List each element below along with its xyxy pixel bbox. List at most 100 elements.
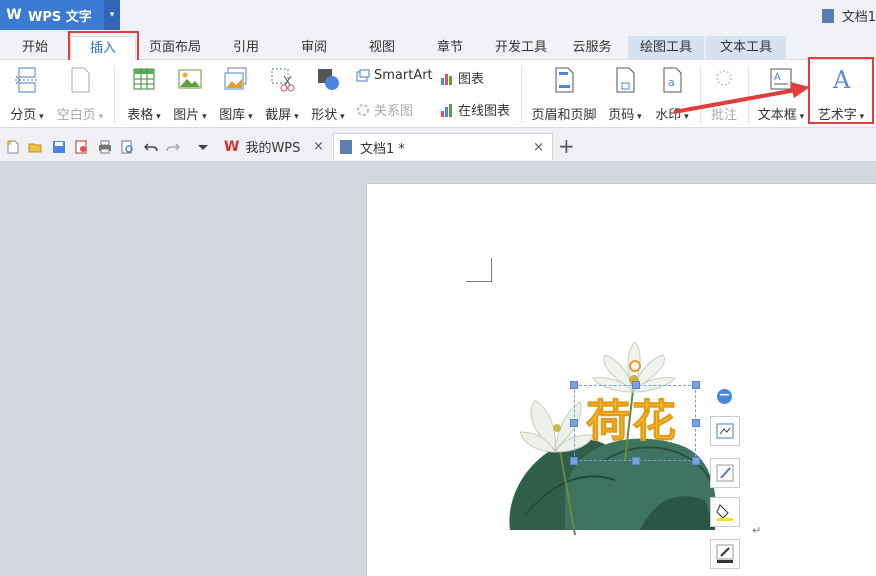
blank-page-icon	[71, 67, 90, 93]
new-file-icon[interactable]	[6, 140, 20, 154]
page-break-label: 分页	[6, 104, 48, 123]
tab-page-layout[interactable]: 页面布局	[142, 36, 208, 60]
redo-icon[interactable]	[166, 140, 180, 154]
smartart-icon	[356, 69, 370, 81]
wps-logo-icon: W	[224, 138, 240, 155]
resize-handle[interactable]	[570, 457, 578, 465]
resize-handle[interactable]	[632, 457, 640, 465]
tab-home[interactable]: 开始	[6, 36, 64, 60]
open-folder-icon[interactable]	[28, 140, 42, 154]
screenshot-button[interactable]: 截屏	[262, 66, 302, 124]
screenshot-label: 截屏	[262, 104, 302, 123]
relation-chart-icon	[357, 103, 369, 116]
tab-view[interactable]: 视图	[350, 36, 414, 60]
quick-access-bar: W 我的WPS × 文档1 * × +	[0, 128, 876, 162]
resize-handle[interactable]	[692, 419, 700, 427]
online-chart-label: 在线图表	[458, 104, 511, 119]
page-break-button[interactable]: 分页	[6, 66, 48, 124]
annotation-arrow-icon	[673, 82, 810, 114]
print-preview-icon[interactable]	[120, 140, 134, 154]
window-doc-title-text: 文档1	[841, 10, 876, 25]
doc-tab-label: 文档1 *	[360, 141, 405, 157]
doc-tab-my-wps[interactable]: W 我的WPS ×	[218, 133, 332, 160]
print-icon[interactable]	[98, 140, 112, 154]
close-tab-icon[interactable]: ×	[313, 139, 324, 154]
doc-tab-label: 我的WPS	[245, 141, 301, 156]
customize-dropdown-icon[interactable]	[196, 140, 210, 154]
table-icon	[133, 68, 155, 90]
page-number-label: 页码	[604, 104, 646, 123]
new-tab-button[interactable]: +	[558, 134, 575, 158]
page-break-icon	[15, 67, 39, 93]
page-number-icon	[616, 67, 635, 93]
svg-text:A: A	[832, 66, 851, 94]
smartart-button[interactable]: SmartArt	[356, 68, 433, 83]
wps-app-menu-button[interactable]: W WPS 文字 ▾	[0, 0, 120, 30]
scissors-icon	[271, 68, 295, 92]
save-icon[interactable]	[52, 140, 66, 154]
rotate-handle-icon[interactable]	[629, 360, 641, 372]
gallery-button[interactable]: 图库	[216, 66, 256, 124]
window-doc-title: 文档1	[821, 6, 876, 25]
page-number-button[interactable]: 页码	[604, 66, 646, 124]
edit-style-button[interactable]	[710, 458, 740, 488]
wordart-text[interactable]: 荷花	[586, 394, 678, 450]
resize-handle[interactable]	[692, 457, 700, 465]
pencil-icon	[716, 464, 734, 482]
tab-drawing-tools[interactable]: 绘图工具	[628, 36, 704, 60]
paragraph-mark: ↵	[752, 524, 762, 537]
tab-cloud[interactable]: 云服务	[560, 36, 624, 60]
chart-icon	[441, 73, 452, 85]
online-chart-icon	[441, 103, 452, 117]
table-button[interactable]: 表格	[124, 66, 164, 124]
tab-developer[interactable]: 开发工具	[486, 36, 556, 60]
picture-button[interactable]: 图片	[170, 66, 210, 124]
picture-label: 图片	[170, 104, 210, 123]
tab-insert[interactable]: 插入	[70, 36, 136, 60]
collapse-toolbar-icon[interactable]: −	[717, 388, 732, 404]
close-tab-icon[interactable]: ×	[533, 140, 544, 155]
wordart-button[interactable]: A 艺术字	[812, 66, 870, 124]
fill-color-button[interactable]	[710, 497, 740, 527]
header-footer-label: 页眉和页脚	[531, 108, 597, 123]
smartart-label: SmartArt	[374, 68, 433, 83]
outline-pen-icon	[716, 544, 734, 563]
tab-section[interactable]: 章节	[418, 36, 482, 60]
gallery-label: 图库	[216, 104, 256, 123]
undo-icon[interactable]	[144, 140, 158, 154]
outline-color-button[interactable]	[710, 539, 740, 569]
header-footer-icon	[555, 67, 574, 93]
picture-icon	[178, 69, 202, 89]
wordart-label: 艺术字	[812, 104, 870, 123]
document-icon	[821, 8, 834, 23]
header-footer-button[interactable]: 页眉和页脚	[528, 66, 600, 124]
doc-tab-document1[interactable]: 文档1 * ×	[333, 133, 553, 160]
resize-handle[interactable]	[570, 419, 578, 427]
blank-page-button[interactable]: 空白页	[54, 66, 106, 124]
online-chart-button[interactable]: 在线图表	[440, 100, 510, 119]
shape-icon	[318, 69, 339, 90]
gallery-icon	[224, 67, 247, 90]
shape-button[interactable]: 形状	[308, 66, 348, 124]
margin-corner-mark	[466, 258, 492, 282]
layout-icon	[716, 423, 734, 439]
shape-label: 形状	[308, 104, 348, 123]
app-menu-dropdown-icon[interactable]: ▾	[104, 0, 120, 30]
wps-logo-icon: W	[6, 7, 22, 23]
relation-chart-button[interactable]: 关系图	[356, 100, 413, 119]
document-icon	[340, 140, 352, 154]
resize-handle[interactable]	[570, 381, 578, 389]
export-pdf-icon[interactable]	[74, 140, 88, 154]
ribbon-tabs: 开始 插入 页面布局 引用 审阅 视图 章节 开发工具 云服务 绘图工具 文本工…	[0, 32, 876, 60]
resize-handle[interactable]	[692, 381, 700, 389]
table-label: 表格	[124, 104, 164, 123]
layout-options-button[interactable]	[710, 416, 740, 446]
app-name: WPS 文字	[28, 9, 92, 25]
tab-review[interactable]: 审阅	[282, 36, 346, 60]
tab-text-tools[interactable]: 文本工具	[706, 36, 786, 60]
ribbon-divider	[521, 66, 522, 124]
chart-label: 图表	[458, 72, 485, 87]
resize-handle[interactable]	[632, 381, 640, 389]
tab-references[interactable]: 引用	[214, 36, 278, 60]
chart-button[interactable]: 图表	[440, 68, 484, 87]
